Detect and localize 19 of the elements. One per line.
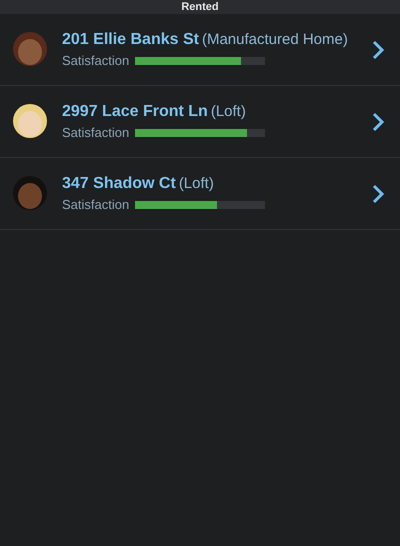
property-type: (Loft) <box>178 175 214 192</box>
avatar-icon <box>12 104 48 140</box>
property-row[interactable]: 2997 Lace Front Ln (Loft) Satisfaction <box>0 86 400 158</box>
property-address: 2997 Lace Front Ln <box>62 103 208 120</box>
property-type: (Loft) <box>210 103 246 120</box>
satisfaction-label: Satisfaction <box>62 53 130 68</box>
property-row[interactable]: 201 Ellie Banks St (Manufactured Home) Satisfaction <box>0 14 400 86</box>
property-address: 201 Ellie Banks St <box>62 31 199 48</box>
satisfaction-label: Satisfaction <box>62 197 130 212</box>
satisfaction-label: Satisfaction <box>62 125 130 140</box>
avatar-icon <box>12 176 48 212</box>
chevron-right-icon <box>370 38 386 60</box>
avatar-icon <box>12 32 48 68</box>
chevron-right-icon <box>370 182 386 204</box>
header-title: Rented <box>181 1 219 13</box>
property-address: 347 Shadow Ct <box>62 175 176 192</box>
chevron-right-icon <box>370 110 386 132</box>
property-row[interactable]: 347 Shadow Ct (Loft) Satisfaction <box>0 158 400 230</box>
property-type: (Manufactured Home) <box>202 31 348 48</box>
